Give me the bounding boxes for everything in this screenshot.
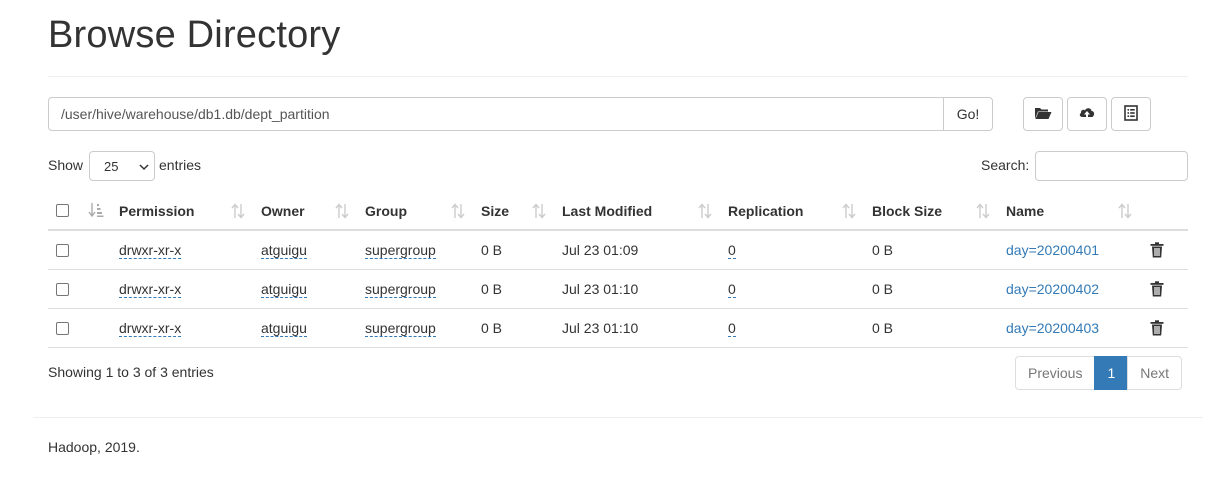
select-all-cell — [56, 192, 69, 229]
owner-cell: atguigu — [261, 270, 307, 308]
owner-cell: atguigu — [261, 231, 307, 269]
table-info: Showing 1 to 3 of 3 entries — [48, 364, 214, 380]
permission-value[interactable]: drwxr-xr-x — [119, 320, 182, 337]
owner-value[interactable]: atguigu — [261, 320, 307, 337]
column-header-name[interactable]: Name — [1006, 192, 1044, 229]
group-value[interactable]: supergroup — [365, 320, 436, 337]
owner-value[interactable]: atguigu — [261, 242, 307, 259]
cloud-upload-icon — [1078, 105, 1096, 124]
size-cell: 0 B — [481, 242, 503, 258]
replication-value[interactable]: 0 — [728, 281, 736, 298]
permission-cell: drwxr-xr-x — [119, 309, 182, 347]
upload-files-button[interactable] — [1067, 97, 1107, 131]
row-select-cell — [56, 231, 69, 269]
row-checkbox[interactable] — [56, 282, 69, 296]
block-size-cell: 0 B — [872, 281, 894, 297]
entries-label: entries — [159, 157, 202, 173]
footer-divider — [33, 417, 1203, 418]
path-bar: Go! — [48, 97, 993, 131]
select-all-checkbox[interactable] — [56, 204, 69, 217]
group-value[interactable]: supergroup — [365, 242, 436, 259]
last-modified-cell: Jul 23 01:10 — [562, 281, 639, 297]
page-1-button[interactable]: 1 — [1094, 356, 1129, 390]
directory-link[interactable]: day=20200402 — [1006, 281, 1099, 297]
last-modified-cell: Jul 23 01:09 — [562, 242, 639, 258]
group-cell: supergroup — [365, 270, 436, 308]
name-cell: day=20200401 — [1006, 231, 1099, 269]
replication-value[interactable]: 0 — [728, 320, 736, 337]
directory-link[interactable]: day=20200403 — [1006, 320, 1099, 336]
footer-text: Hadoop, 2019. — [48, 439, 140, 455]
group-value[interactable]: supergroup — [365, 281, 436, 298]
title-divider — [48, 76, 1188, 77]
table-header: Permission Owner Group Size Last Modifie… — [48, 192, 1188, 231]
next-page-button[interactable]: Next — [1127, 356, 1183, 390]
browse-directory-page: Browse Directory Go! Show 25 entries Sea… — [0, 0, 1216, 504]
show-label: Show — [48, 157, 84, 173]
sort-icon[interactable] — [231, 203, 245, 222]
column-header-owner[interactable]: Owner — [261, 192, 305, 229]
permission-value[interactable]: drwxr-xr-x — [119, 242, 182, 259]
directory-path-input[interactable] — [48, 97, 943, 131]
replication-value[interactable]: 0 — [728, 242, 736, 259]
trash-icon[interactable] — [1150, 242, 1164, 261]
column-header-block-size[interactable]: Block Size — [872, 192, 942, 229]
page-length-value: 25 — [104, 158, 119, 174]
sort-icon[interactable] — [698, 203, 712, 222]
sort-icon[interactable] — [976, 203, 990, 222]
sort-icon[interactable] — [335, 203, 349, 222]
page-title: Browse Directory — [48, 14, 341, 56]
search-label: Search: — [981, 157, 1030, 173]
replication-cell: 0 — [728, 231, 736, 269]
folder-open-icon — [1034, 106, 1052, 123]
replication-cell: 0 — [728, 270, 736, 308]
block-size-cell: 0 B — [872, 320, 894, 336]
chevron-down-icon — [138, 161, 150, 176]
sort-ascending-icon[interactable] — [88, 202, 104, 221]
permission-value[interactable]: drwxr-xr-x — [119, 281, 182, 298]
directory-link[interactable]: day=20200401 — [1006, 242, 1099, 258]
trash-icon[interactable] — [1150, 320, 1164, 339]
row-checkbox[interactable] — [56, 243, 69, 257]
sort-icon[interactable] — [532, 203, 546, 222]
block-size-cell: 0 B — [872, 242, 894, 258]
column-header-size[interactable]: Size — [481, 192, 509, 229]
sort-icon[interactable] — [842, 203, 856, 222]
previous-page-button[interactable]: Previous — [1015, 356, 1096, 390]
size-cell: 0 B — [481, 281, 503, 297]
table-row: drwxr-xr-x atguigu supergroup 0 B Jul 23… — [48, 231, 1188, 270]
table-row: drwxr-xr-x atguigu supergroup 0 B Jul 23… — [48, 309, 1188, 348]
trash-icon[interactable] — [1150, 281, 1164, 300]
owner-cell: atguigu — [261, 309, 307, 347]
column-header-permission[interactable]: Permission — [119, 192, 194, 229]
cut-paste-button[interactable] — [1111, 97, 1151, 131]
file-table: Permission Owner Group Size Last Modifie… — [48, 192, 1188, 348]
name-cell: day=20200403 — [1006, 309, 1099, 347]
column-header-last-modified[interactable]: Last Modified — [562, 192, 652, 229]
last-modified-cell: Jul 23 01:10 — [562, 320, 639, 336]
go-button[interactable]: Go! — [943, 97, 993, 131]
list-alt-icon — [1124, 104, 1138, 124]
table-row: drwxr-xr-x atguigu supergroup 0 B Jul 23… — [48, 270, 1188, 309]
sort-icon[interactable] — [451, 203, 465, 222]
group-cell: supergroup — [365, 231, 436, 269]
row-checkbox[interactable] — [56, 321, 69, 335]
permission-cell: drwxr-xr-x — [119, 270, 182, 308]
search-input[interactable] — [1035, 151, 1188, 181]
owner-value[interactable]: atguigu — [261, 281, 307, 298]
row-select-cell — [56, 309, 69, 347]
permission-cell: drwxr-xr-x — [119, 231, 182, 269]
size-cell: 0 B — [481, 320, 503, 336]
name-cell: day=20200402 — [1006, 270, 1099, 308]
pagination: Previous 1 Next — [1015, 356, 1183, 390]
create-directory-button[interactable] — [1023, 97, 1063, 131]
column-header-replication[interactable]: Replication — [728, 192, 803, 229]
column-header-group[interactable]: Group — [365, 192, 407, 229]
row-select-cell — [56, 270, 69, 308]
page-length-select[interactable]: 25 — [89, 151, 155, 181]
group-cell: supergroup — [365, 309, 436, 347]
sort-icon[interactable] — [1118, 203, 1132, 222]
replication-cell: 0 — [728, 309, 736, 347]
